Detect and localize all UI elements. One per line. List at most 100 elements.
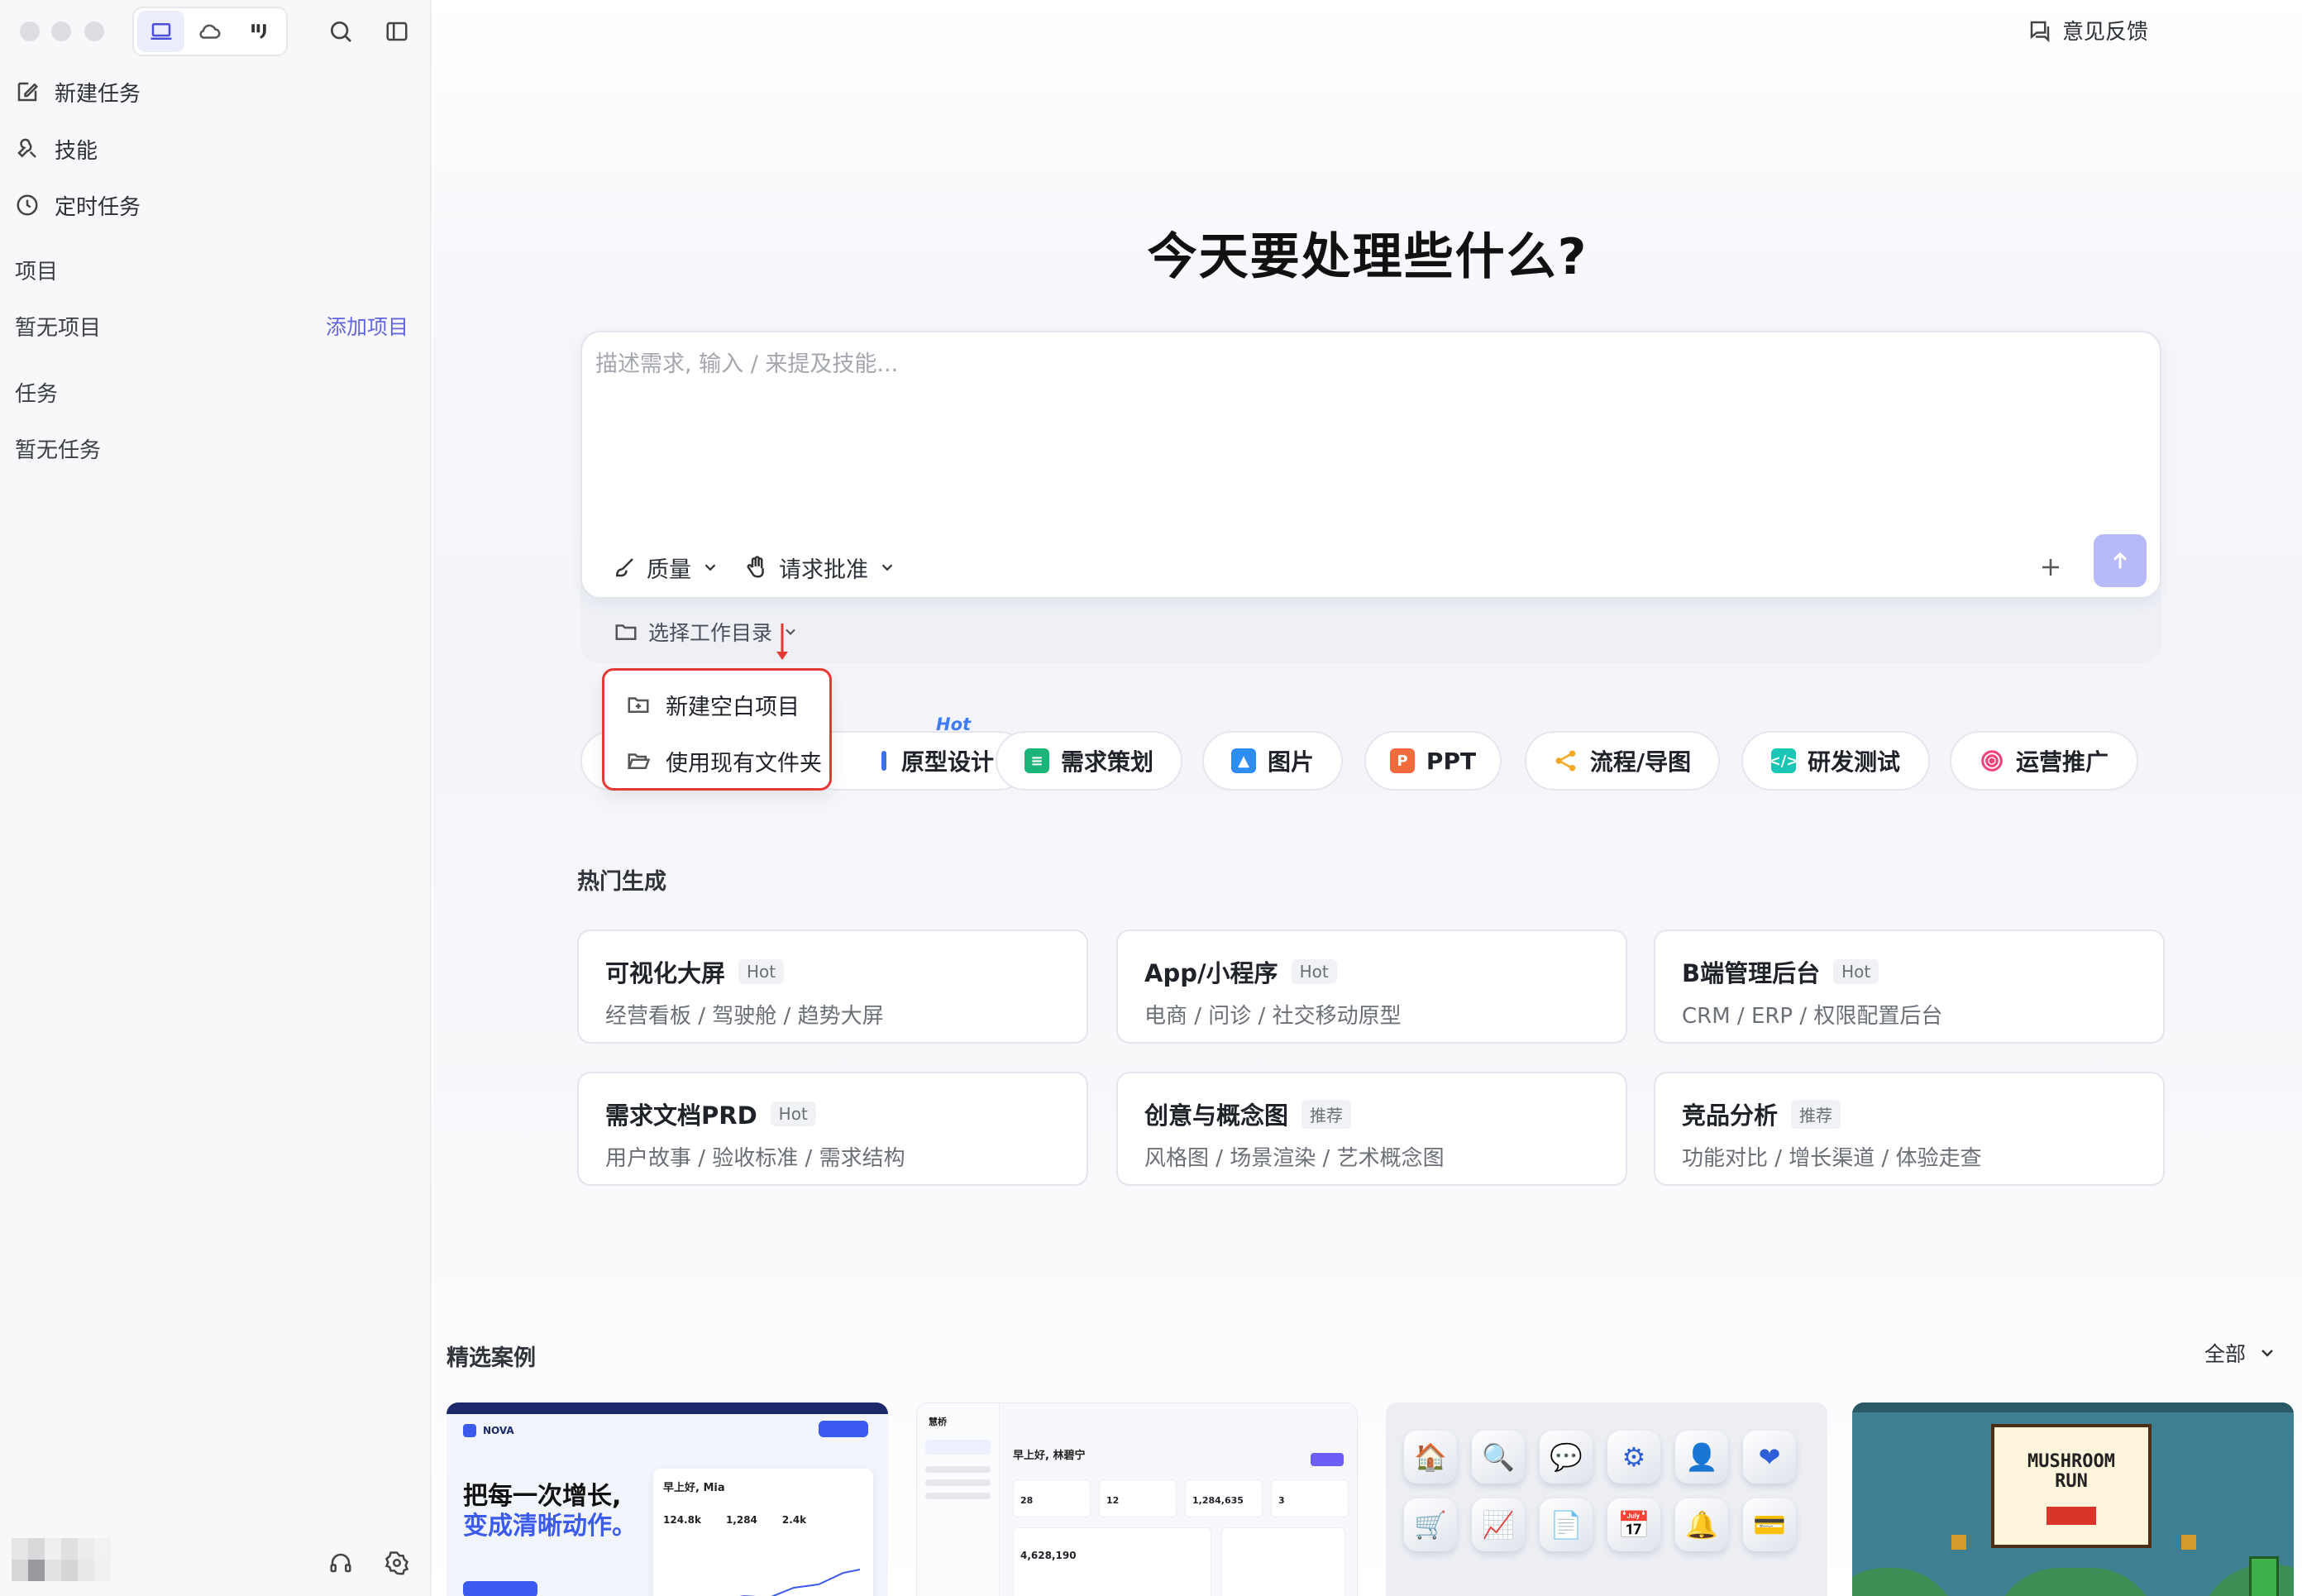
search-icon (331, 22, 351, 42)
approval-select[interactable]: 请求批准 (744, 544, 896, 590)
menu-item-new-blank-project[interactable]: 新建空白项目 (626, 684, 800, 725)
composer: 质量 请求批准 (580, 331, 2161, 599)
thumb-stat: 28 (1013, 1479, 1091, 1517)
category-pill-ppt[interactable]: P PPT (1364, 731, 1502, 791)
featured-filter-select[interactable]: 全部 (2204, 1338, 2277, 1368)
menu-item-use-existing-folder[interactable]: 使用现有文件夹 (626, 740, 822, 781)
mode-quote-button[interactable] (236, 11, 283, 52)
thumb-icon-tile: 👤 (1675, 1431, 1728, 1484)
nav-label: 定时任务 (55, 194, 141, 220)
window-close-button[interactable] (20, 22, 40, 41)
hot-card[interactable]: 创意与概念图 推荐 风格图 / 场景渲染 / 艺术概念图 (1116, 1072, 1627, 1186)
mode-cloud-button[interactable] (186, 11, 233, 52)
annotation-arrow-icon (776, 624, 788, 660)
chevron-down-icon (2261, 1350, 2273, 1357)
ppt-icon: P (1389, 748, 1415, 773)
category-label: 研发测试 (1807, 748, 1900, 776)
tools-icon (17, 138, 36, 158)
card-tag: Hot (770, 1101, 816, 1126)
workdir-select[interactable]: 选择工作目录 (614, 617, 799, 647)
plus-icon (2042, 559, 2059, 576)
hot-section-title: 热门生成 (577, 869, 666, 895)
case-thumbnail-dashboard[interactable]: 慧桥 早上好, 林碧宁 28 12 1,284,635 3 4,628,190 (916, 1402, 1358, 1596)
composer-container: 质量 请求批准 选择工作目录 (580, 331, 2161, 663)
search-button[interactable] (324, 15, 357, 48)
flowchart-icon (1554, 748, 1578, 773)
featured-section-title: 精选案例 (447, 1345, 536, 1371)
settings-button[interactable] (382, 1548, 412, 1578)
filter-label: 全部 (2204, 1342, 2246, 1366)
thumb-amount: 4,628,190 (1013, 1527, 1211, 1596)
clock-icon (17, 194, 38, 216)
window-minimize-button[interactable] (51, 22, 71, 41)
sidebar-icon (386, 22, 408, 41)
thumb-icon-tile: ❤ (1743, 1431, 1796, 1484)
category-label: 需求策划 (1060, 748, 1153, 776)
category-pill-requirements[interactable]: ≡ 需求策划 (996, 731, 1182, 791)
thumb-game-title: MUSHROOM (2027, 1451, 2115, 1472)
nav-label: 新建任务 (55, 81, 141, 107)
feedback-button[interactable]: 意见反馈 (2027, 15, 2148, 45)
thumb-icon-tile: 💬 (1540, 1431, 1593, 1484)
feedback-label: 意见反馈 (2061, 20, 2148, 45)
card-subtitle: 风格图 / 场景渲染 / 艺术概念图 (1144, 1146, 1445, 1171)
folder-icon (615, 624, 637, 640)
menu-item-label: 使用现有文件夹 (666, 750, 822, 776)
nav-skills[interactable]: 技能 (15, 128, 98, 170)
case-thumbnail-icon-set[interactable]: 🏠 🔍 💬 ⚙ 👤 ❤ 🛒 📈 📄 📅 🔔 💳 (1386, 1402, 1827, 1596)
mode-local-button[interactable] (137, 11, 185, 52)
workdir-dropdown-menu: 新建空白项目 使用现有文件夹 (602, 668, 832, 791)
window-zoom-button[interactable] (84, 22, 104, 41)
category-pill-image[interactable]: ▲ 图片 (1202, 731, 1343, 791)
quality-select[interactable]: 质量 (612, 544, 719, 590)
nav-scheduled-tasks[interactable]: 定时任务 (15, 184, 141, 226)
avatar[interactable] (12, 1538, 111, 1581)
thumb-stat: 2.4k (781, 1514, 807, 1526)
thumb-greeting: 早上好, 林碧宁 (1013, 1450, 1086, 1462)
card-tag: 推荐 (1791, 1099, 1841, 1129)
hot-card[interactable]: B端管理后台 Hot CRM / ERP / 权限配置后台 (1654, 929, 2165, 1044)
attach-button[interactable] (2032, 549, 2069, 585)
hot-card[interactable]: 需求文档PRD Hot 用户故事 / 验收标准 / 需求结构 (577, 1072, 1088, 1186)
cloud-icon (199, 24, 221, 39)
category-pill-marketing[interactable]: 运营推广 (1950, 731, 2138, 791)
case-thumbnail-mushroom-run[interactable]: MUSHROOM RUN (1852, 1402, 2294, 1596)
support-button[interactable] (326, 1548, 356, 1578)
category-label: 图片 (1267, 748, 1314, 776)
case-thumbnail-nova[interactable]: NOVA 把每一次增长, 变成清晰动作。 早上好, Mia 124.8k 1,2… (447, 1402, 888, 1596)
prompt-input[interactable] (595, 346, 2133, 511)
thumb-stat: 3 (1271, 1479, 1349, 1517)
thumb-icon-tile: 📅 (1607, 1498, 1660, 1551)
hot-card[interactable]: 竞品分析 推荐 功能对比 / 增长渠道 / 体验走查 (1654, 1072, 2165, 1186)
hot-card[interactable]: App/小程序 Hot 电商 / 问诊 / 社交移动原型 (1116, 929, 1627, 1044)
category-pill-dev-test[interactable]: </> 研发测试 (1741, 731, 1930, 791)
laptop-icon (150, 23, 172, 40)
thumb-headline-accent: 变成清晰动作。 (463, 1512, 637, 1541)
toggle-sidebar-button[interactable] (380, 15, 413, 48)
category-label: 原型设计 (900, 748, 994, 776)
card-subtitle: 经营看板 / 驾驶舱 / 趋势大屏 (605, 1004, 884, 1029)
thumb-stat: 1,284 (725, 1514, 757, 1526)
chevron-down-icon (881, 564, 893, 571)
quote-icon (251, 24, 267, 39)
thumb-headline: 把每一次增长, (463, 1482, 622, 1511)
category-pill-flowchart[interactable]: 流程/导图 (1525, 731, 1720, 791)
gear-icon (384, 1551, 409, 1575)
page-title: 今天要处理些什么? (1147, 228, 1588, 286)
thumb-greeting: 早上好, Mia (663, 1482, 725, 1494)
projects-empty-text: 暂无项目 (15, 316, 102, 341)
send-button[interactable] (2094, 534, 2147, 587)
menu-item-label: 新建空白项目 (666, 694, 800, 720)
workdir-label: 选择工作目录 (648, 621, 773, 645)
mode-switcher (132, 7, 288, 56)
nav-new-task[interactable]: 新建任务 (15, 71, 141, 112)
thumb-stat: 124.8k (663, 1514, 701, 1526)
card-tag: Hot (1833, 959, 1879, 984)
hot-card[interactable]: 可视化大屏 Hot 经营看板 / 驾驶舱 / 趋势大屏 (577, 929, 1088, 1044)
tasks-heading: 任务 (15, 382, 59, 407)
add-project-link[interactable]: 添加项目 (326, 311, 408, 341)
thumb-icon-tile: 🔍 (1472, 1431, 1525, 1484)
thumb-icon-tile: 📈 (1472, 1498, 1525, 1551)
code-icon: </> (1769, 748, 1798, 773)
thumb-icon-tile: 📄 (1540, 1498, 1593, 1551)
